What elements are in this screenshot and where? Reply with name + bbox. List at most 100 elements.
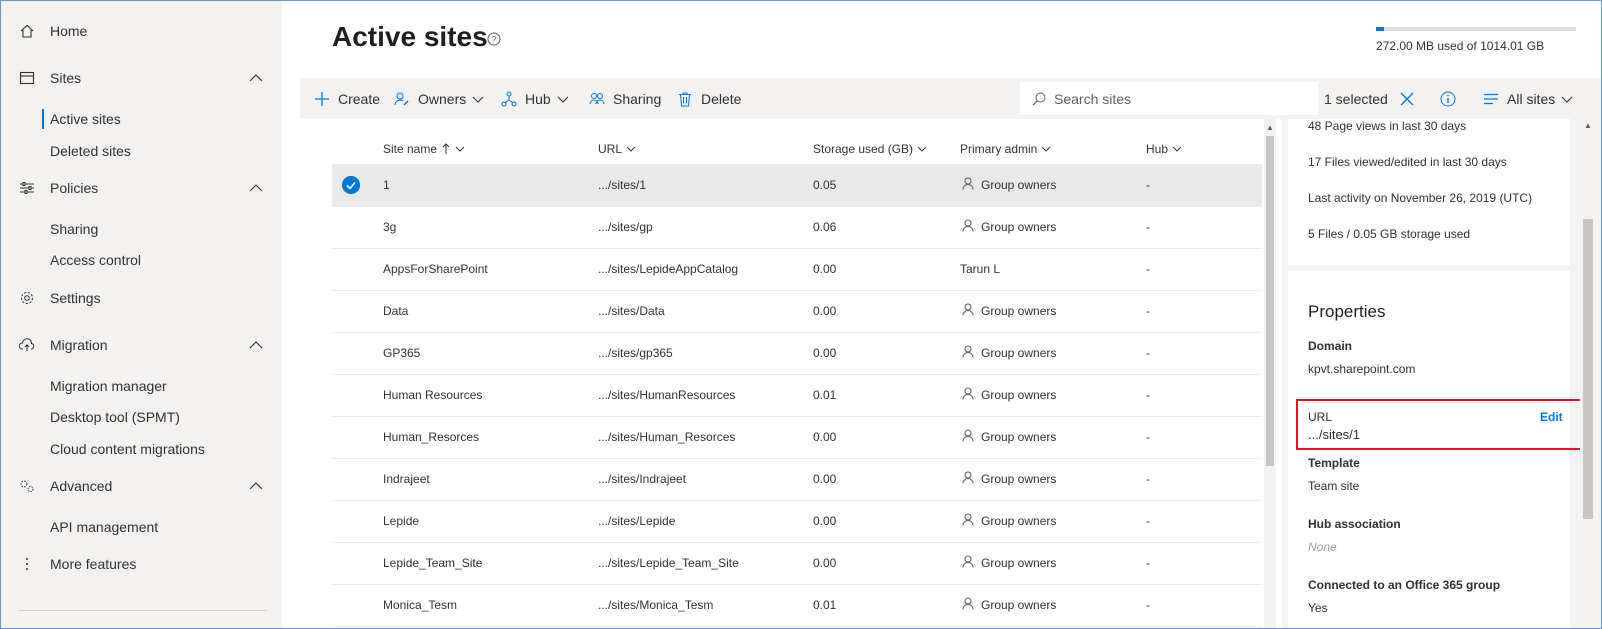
url-value: .../sites/1 [1308, 427, 1361, 442]
cell-site-name[interactable]: Lepide [383, 514, 419, 528]
cell-primary-admin: Group owners [981, 346, 1057, 360]
table-row[interactable]: 1 .../sites/1 0.05 Group owners - [332, 164, 1262, 207]
column-header-storage[interactable]: Storage used (GB) [813, 142, 927, 156]
sidebar-item-label: Migration [50, 337, 108, 353]
sidebar-item-deleted-sites[interactable]: Deleted sites [50, 143, 131, 159]
cell-storage: 0.00 [813, 346, 837, 360]
chevron-up-icon[interactable] [249, 338, 263, 352]
person-icon [962, 555, 974, 571]
cell-hub: - [1146, 304, 1150, 318]
search-box[interactable] [1020, 82, 1318, 115]
info-button[interactable] [1440, 78, 1464, 119]
table-row[interactable]: 3g .../sites/gp 0.06 Group owners - [332, 206, 1262, 249]
sidebar-item-migration-manager[interactable]: Migration manager [50, 378, 167, 394]
cell-storage: 0.00 [813, 514, 837, 528]
cell-url: .../sites/1 [598, 178, 647, 192]
close-icon [1400, 92, 1414, 105]
cell-site-name[interactable]: Monica_Tesm [383, 598, 457, 612]
stat-last-activity: Last activity on November 26, 2019 (UTC) [1308, 191, 1533, 205]
table-row[interactable]: Lepide_Team_Site .../sites/Lepide_Team_Si… [332, 542, 1262, 585]
sidebar-item-sharing[interactable]: Sharing [50, 221, 98, 237]
table-row[interactable]: Human Resources .../sites/HumanResources 0… [332, 374, 1262, 417]
sites-icon [19, 71, 35, 85]
cell-site-name[interactable]: Human Resources [383, 388, 482, 402]
owners-button[interactable]: Owners [394, 78, 492, 119]
view-label: All sites [1507, 90, 1556, 107]
view-selector[interactable]: All sites [1483, 78, 1581, 119]
table-row[interactable]: Monica_Tesm .../sites/Monica_Tesm 0.01 Grou… [332, 584, 1262, 627]
sidebar-item-cloud-migrations[interactable]: Cloud content migrations [50, 441, 205, 457]
column-header-primary-admin[interactable]: Primary admin [960, 142, 1051, 156]
column-header-site-name[interactable]: Site name [383, 142, 465, 156]
table-row[interactable]: Human_Resorces .../sites/Human_Resorces 0.… [332, 416, 1262, 459]
create-button[interactable]: Create [314, 78, 380, 119]
scroll-up-arrow-icon[interactable]: ▲ [1584, 121, 1592, 130]
search-icon [1032, 92, 1046, 105]
sidebar-item-access-control[interactable]: Access control [50, 252, 141, 268]
template-value: Team site [1308, 479, 1360, 493]
search-input[interactable] [1054, 90, 1294, 107]
sidebar-item-more-features[interactable]: More features [1, 546, 282, 582]
cell-site-name[interactable]: Indrajeet [383, 472, 430, 486]
cell-site-name[interactable]: 3g [383, 220, 396, 234]
cell-site-name[interactable]: Data [383, 304, 408, 318]
panel-scrollbar-thumb[interactable] [1583, 219, 1593, 519]
column-header-hub[interactable]: Hub [1146, 142, 1182, 156]
sidebar-item-desktop-tool[interactable]: Desktop tool (SPMT) [50, 409, 180, 425]
person-icon [962, 597, 974, 613]
clear-selection-button[interactable] [1400, 78, 1422, 119]
stat-storage: 5 Files / 0.05 GB storage used [1308, 227, 1471, 241]
table-row[interactable]: Indrajeet .../sites/Indrajeet 0.00 Group ow… [332, 458, 1262, 501]
scroll-up-arrow-icon[interactable]: ▲ [1266, 123, 1274, 132]
column-header-url[interactable]: URL [598, 142, 636, 156]
sidebar-item-advanced[interactable]: Advanced [1, 468, 282, 504]
cell-site-name[interactable]: Lepide_Team_Site [383, 556, 482, 570]
sidebar-item-home[interactable]: Home [1, 13, 282, 49]
hub-association-value: None [1308, 540, 1337, 554]
person-edit-icon [394, 92, 409, 106]
domain-value: kpvt.sharepoint.com [1308, 362, 1416, 376]
table-scrollbar-thumb[interactable] [1266, 136, 1274, 466]
cell-site-name[interactable]: 1 [383, 178, 390, 192]
cell-primary-admin: Group owners [981, 598, 1057, 612]
cell-primary-admin: Tarun L [960, 262, 1001, 276]
help-icon[interactable]: ? [487, 32, 501, 46]
person-icon [962, 513, 974, 529]
checkmark-circle-icon[interactable] [342, 176, 360, 194]
list-icon [1484, 93, 1498, 104]
cell-storage: 0.05 [813, 178, 837, 192]
sharing-button[interactable]: Sharing [589, 78, 661, 119]
cell-url: .../sites/Human_Resorces [598, 430, 736, 444]
table-row[interactable]: AppsForSharePoint .../sites/LepideAppCata… [332, 248, 1262, 291]
sidebar-item-settings[interactable]: Settings [1, 280, 282, 316]
cell-hub: - [1146, 220, 1150, 234]
hub-association-label: Hub association [1308, 517, 1401, 531]
cell-primary-admin: Group owners [981, 220, 1057, 234]
table-row[interactable]: Lepide .../sites/Lepide 0.00 Group owners - [332, 500, 1262, 543]
table-row[interactable]: Data .../sites/Data 0.00 Group owners - [332, 290, 1262, 333]
office-group-label: Connected to an Office 365 group [1308, 578, 1501, 592]
table-row[interactable]: GP365 .../sites/gp365 0.00 Group owners - [332, 332, 1262, 375]
sidebar-item-policies[interactable]: Policies [1, 170, 282, 206]
column-header-label: Site name [383, 142, 438, 156]
chevron-down-icon [455, 146, 465, 152]
sidebar-item-active-sites[interactable]: Active sites [42, 109, 121, 129]
cell-site-name[interactable]: Human_Resorces [383, 430, 479, 444]
cell-storage: 0.00 [813, 556, 837, 570]
cell-storage: 0.00 [813, 304, 837, 318]
delete-button[interactable]: Delete [677, 78, 741, 119]
chevron-up-icon[interactable] [249, 71, 263, 85]
hub-button[interactable]: Hub [501, 78, 577, 119]
cell-site-name[interactable]: AppsForSharePoint [383, 262, 488, 276]
sidebar-item-api-management[interactable]: API management [50, 519, 158, 535]
domain-label: Domain [1308, 339, 1353, 353]
sidebar-item-sites[interactable]: Sites [1, 60, 282, 96]
chevron-up-icon[interactable] [249, 181, 263, 195]
chevron-up-icon[interactable] [249, 479, 263, 493]
person-icon [962, 303, 974, 319]
cell-url: .../sites/gp [598, 220, 653, 234]
cell-site-name[interactable]: GP365 [383, 346, 420, 360]
sidebar-item-migration[interactable]: Migration [1, 327, 282, 363]
activity-card: 48 Page views in last 30 days 17 Files v… [1288, 119, 1570, 265]
edit-url-link[interactable]: Edit [1540, 410, 1563, 424]
